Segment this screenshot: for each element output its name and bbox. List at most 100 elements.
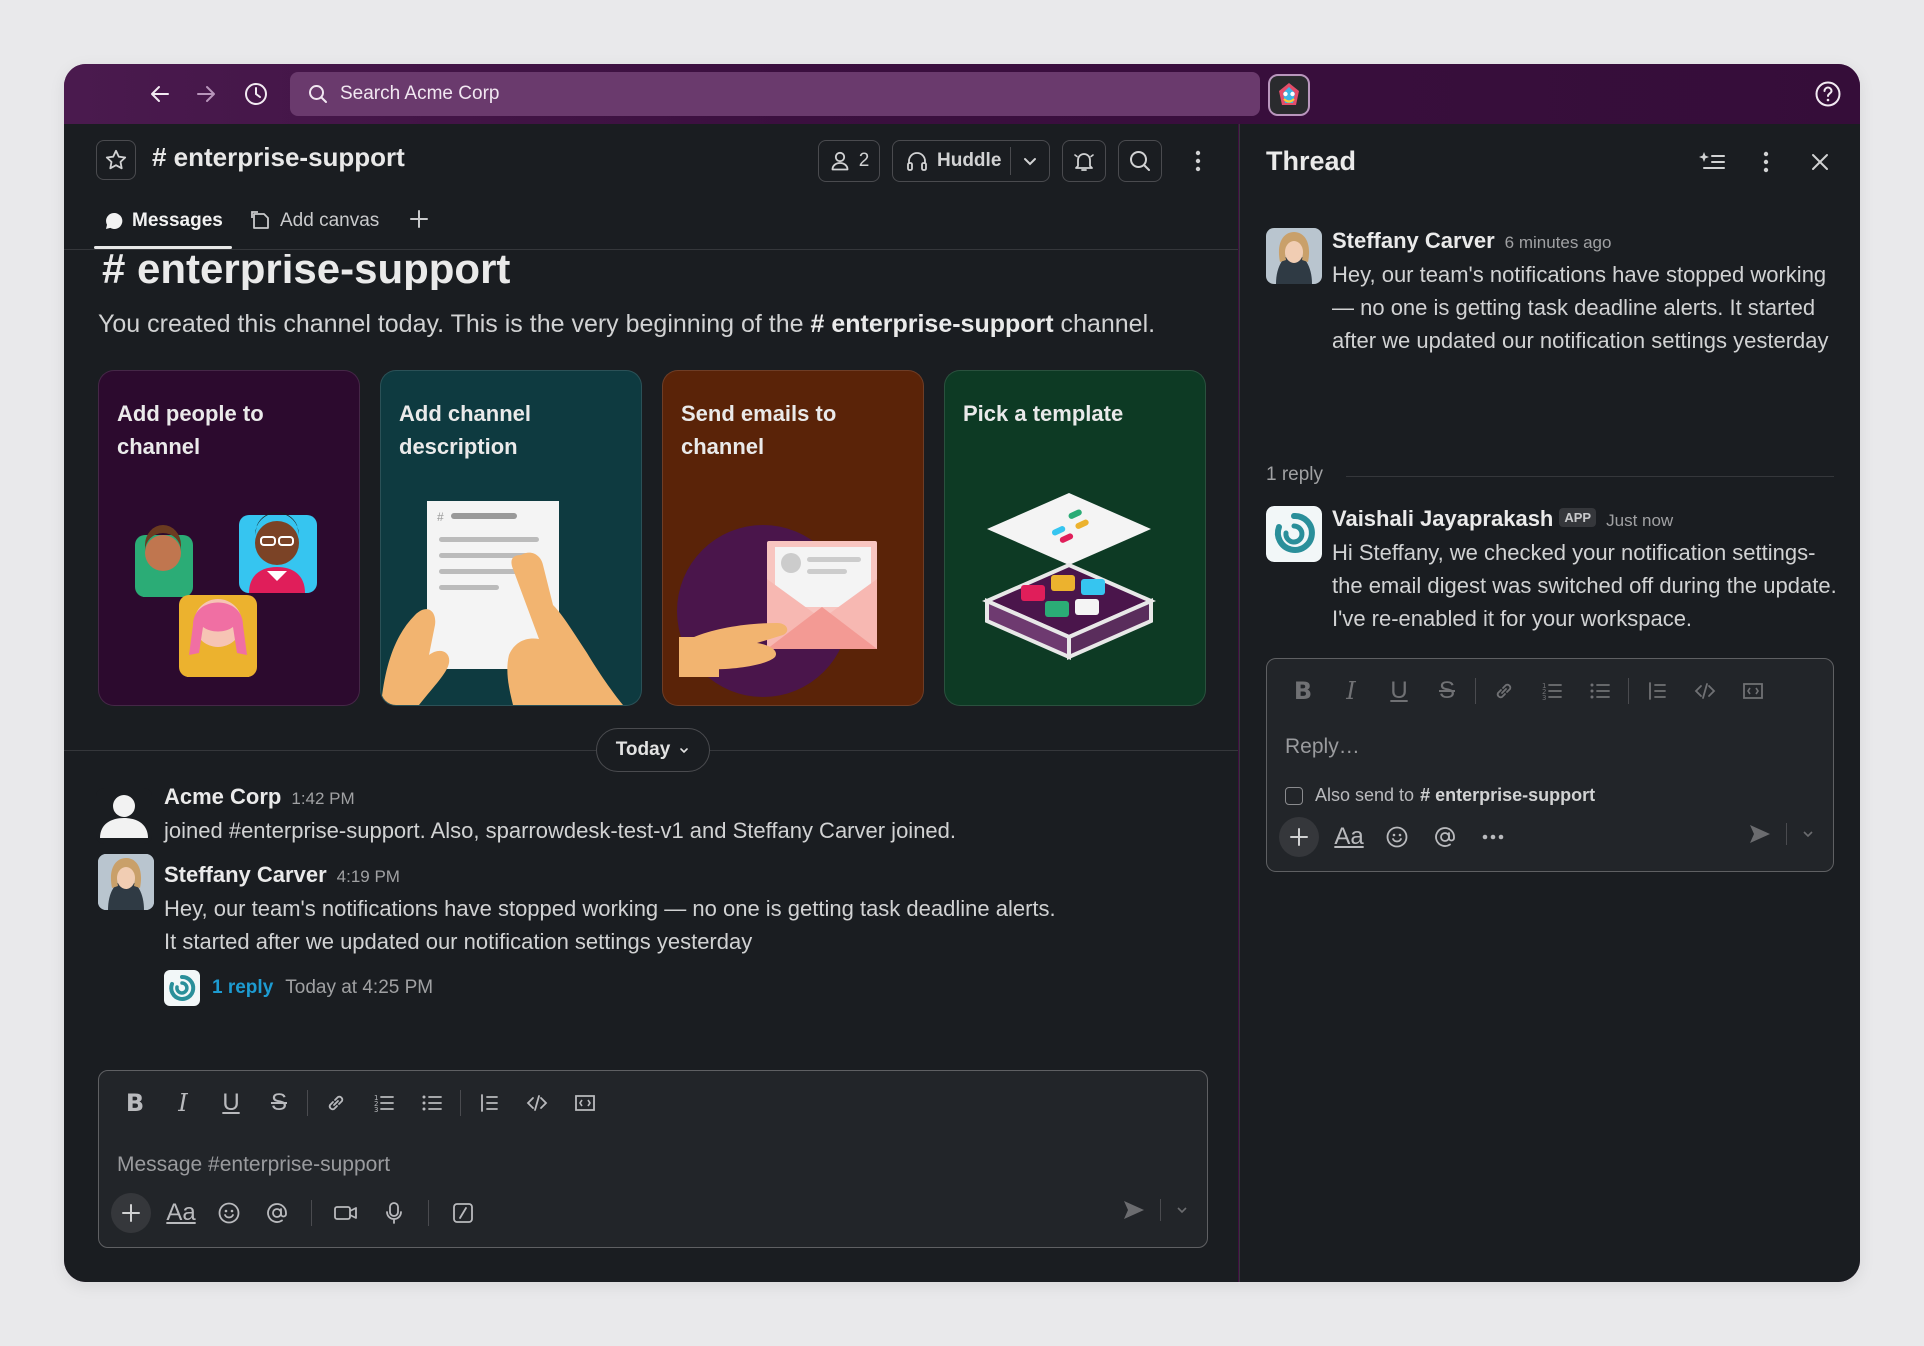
search-bar[interactable]: Search Acme Corp [290, 72, 1260, 116]
message-timestamp[interactable]: 4:19 PM [337, 867, 400, 886]
steffany-carver-avatar[interactable] [98, 854, 154, 910]
code-icon[interactable] [513, 1083, 561, 1123]
date-divider-button[interactable]: Today [596, 728, 710, 772]
more-options-icon[interactable] [1177, 140, 1219, 182]
back-arrow-icon[interactable] [144, 78, 176, 110]
attach-plus-icon[interactable] [1279, 817, 1319, 857]
send-controls [1122, 1199, 1189, 1221]
thread-parent-time[interactable]: 6 minutes ago [1505, 233, 1612, 252]
send-icon[interactable] [1122, 1199, 1146, 1221]
blockquote-icon[interactable] [1633, 671, 1681, 711]
thread-parent-author[interactable]: Steffany Carver 6 minutes ago [1332, 228, 1611, 254]
text-format-icon[interactable]: Aa [1325, 817, 1373, 857]
channel-pane: # enterprise-support 2 Huddle Messages A… [64, 124, 1238, 1282]
active-tab-indicator [94, 246, 232, 249]
italic-icon[interactable]: I [1327, 671, 1375, 711]
message-composer: B I U S 123 Message #enterprise-support … [98, 1070, 1208, 1248]
chevron-down-icon[interactable] [1021, 152, 1039, 170]
message-text-line-2: It started after we updated our notifica… [164, 929, 753, 954]
bell-icon [1074, 153, 1094, 171]
link-icon[interactable] [312, 1083, 360, 1123]
message-author[interactable]: Steffany Carver 4:19 PM [164, 862, 400, 888]
bullet-list-icon[interactable] [1576, 671, 1624, 711]
code-block-icon[interactable] [561, 1083, 609, 1123]
card-add-people[interactable]: Add people to channel [98, 370, 360, 706]
thread-reply-summary[interactable]: 1 reply Today at 4:25 PM [164, 970, 433, 1006]
add-tab-plus-icon[interactable] [408, 208, 430, 230]
slack-window: Search Acme Corp # enterprise-support 2 … [64, 64, 1860, 1282]
bullet-list-icon[interactable] [408, 1083, 456, 1123]
thread-reply-time[interactable]: Just now [1606, 511, 1673, 530]
bold-icon[interactable]: B [1279, 671, 1327, 711]
emoji-icon[interactable] [205, 1193, 253, 1233]
also-send-checkbox[interactable] [1285, 786, 1303, 805]
code-block-icon[interactable] [1729, 671, 1777, 711]
user-avatar[interactable] [1268, 74, 1310, 116]
members-button[interactable]: 2 [818, 140, 880, 182]
bold-icon[interactable]: B [111, 1083, 159, 1123]
card-send-emails-label: Send emails to channel [681, 401, 837, 459]
last-reply-time: Today at 4:25 PM [285, 977, 434, 998]
steffany-carver-avatar[interactable] [1266, 228, 1322, 284]
also-send-channel: # enterprise-support [1420, 785, 1596, 805]
document-illustration: # [381, 501, 623, 705]
also-send-label: Also send to [1315, 785, 1415, 805]
emoji-icon[interactable] [1373, 817, 1421, 857]
attach-plus-icon[interactable] [111, 1193, 151, 1233]
strikethrough-icon[interactable]: S [1423, 671, 1471, 711]
ordered-list-icon[interactable]: 123 [360, 1083, 408, 1123]
card-pick-template[interactable]: Pick a template [944, 370, 1206, 706]
replier-avatar [164, 970, 200, 1006]
close-icon[interactable] [1804, 144, 1836, 180]
link-icon[interactable] [1480, 671, 1528, 711]
underline-icon[interactable]: U [207, 1083, 255, 1123]
microphone-icon[interactable] [370, 1193, 418, 1233]
acme-corp-avatar[interactable] [96, 788, 152, 844]
mention-icon[interactable] [253, 1193, 301, 1233]
message-timestamp[interactable]: 1:42 PM [291, 789, 354, 808]
search-placeholder: Search Acme Corp [340, 83, 500, 104]
video-icon[interactable] [322, 1193, 370, 1233]
card-send-emails[interactable]: Send emails to channel [662, 370, 924, 706]
tab-messages[interactable]: Messages [104, 210, 223, 232]
svg-text:3: 3 [374, 1106, 378, 1114]
thread-reply-author[interactable]: Vaishali Jayaprakash APP Just now [1332, 506, 1673, 532]
card-add-description-label: Add channel description [399, 401, 532, 459]
thread-header-actions [1696, 144, 1836, 180]
formatting-toolbar: B I U S 123 [111, 1083, 609, 1123]
text-format-icon[interactable]: Aa [157, 1193, 205, 1233]
send-options-chevron-icon[interactable] [1175, 1203, 1189, 1217]
more-options-icon[interactable] [1750, 144, 1782, 180]
ordered-list-icon[interactable]: 123 [1528, 671, 1576, 711]
vaishali-avatar[interactable] [1266, 506, 1322, 562]
underline-icon[interactable]: U [1375, 671, 1423, 711]
strikethrough-icon[interactable]: S [255, 1083, 303, 1123]
channel-header: # enterprise-support 2 Huddle [64, 124, 1238, 200]
more-actions-icon[interactable] [1469, 817, 1517, 857]
card-add-description[interactable]: Add channel description # [380, 370, 642, 706]
star-button[interactable] [96, 140, 136, 180]
channel-name[interactable]: # enterprise-support [152, 142, 405, 173]
blockquote-icon[interactable] [465, 1083, 513, 1123]
thread-pane: Thread Steffany Carver 6 minutes ago Hey,… [1239, 124, 1860, 1282]
forward-arrow-icon[interactable] [190, 78, 222, 110]
message-author[interactable]: Acme Corp 1:42 PM [164, 784, 355, 810]
send-icon[interactable] [1748, 823, 1772, 845]
sparkle-list-icon[interactable] [1696, 144, 1728, 180]
history-clock-icon[interactable] [240, 78, 272, 110]
reply-count-link[interactable]: 1 reply [212, 977, 273, 999]
message-input[interactable]: Message #enterprise-support [117, 1153, 390, 1177]
tab-add-canvas[interactable]: Add canvas [250, 210, 379, 232]
slash-command-icon[interactable] [439, 1193, 487, 1233]
message-text-line-1: Hey, our team's notifications have stopp… [164, 896, 1056, 921]
also-send-to-channel[interactable]: Also send to # enterprise-support [1285, 785, 1595, 806]
reply-input[interactable]: Reply… [1285, 735, 1360, 759]
notifications-button[interactable] [1062, 140, 1106, 182]
code-icon[interactable] [1681, 671, 1729, 711]
huddle-button[interactable]: Huddle [892, 140, 1050, 182]
italic-icon[interactable]: I [159, 1083, 207, 1123]
search-channel-button[interactable] [1118, 140, 1162, 182]
help-icon[interactable] [1812, 78, 1844, 110]
send-options-chevron-icon[interactable] [1801, 827, 1815, 841]
mention-icon[interactable] [1421, 817, 1469, 857]
